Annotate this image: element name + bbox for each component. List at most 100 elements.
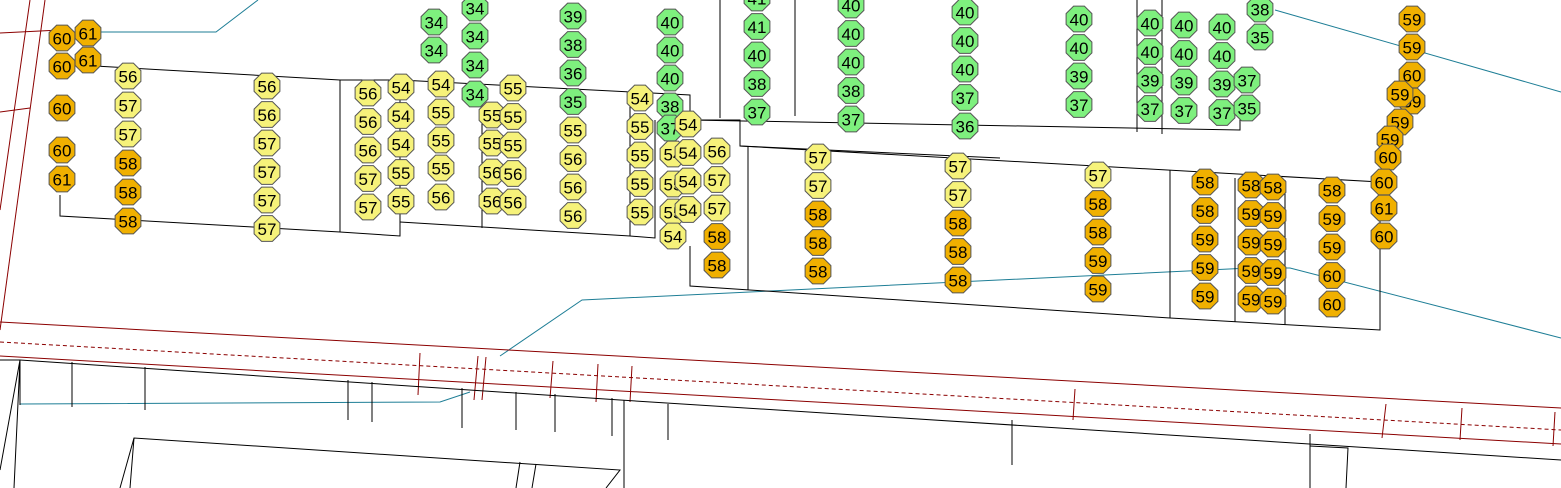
noise-marker[interactable]: 56 bbox=[354, 108, 382, 135]
noise-marker[interactable]: 57 bbox=[253, 129, 281, 157]
noise-marker[interactable]: 61 bbox=[48, 165, 76, 193]
noise-marker[interactable]: 59 bbox=[1398, 33, 1426, 61]
noise-marker[interactable]: 38 bbox=[559, 31, 587, 58]
noise-marker[interactable]: 54 bbox=[626, 84, 654, 112]
noise-marker[interactable]: 58 bbox=[944, 266, 972, 294]
noise-marker[interactable]: 57 bbox=[114, 91, 142, 119]
noise-marker[interactable]: 40 bbox=[1065, 5, 1093, 33]
map-canvas[interactable]: 60 61 60 61 60 60 61 56 57 57 58 58 58 56 56 57 57 57 57 56… bbox=[0, 0, 1561, 488]
noise-marker[interactable]: 59 bbox=[1084, 275, 1112, 303]
noise-marker[interactable]: 35 bbox=[1233, 94, 1261, 122]
noise-marker[interactable]: 57 bbox=[804, 172, 832, 199]
noise-marker[interactable]: 40 bbox=[1170, 11, 1198, 39]
noise-marker[interactable]: 60 bbox=[1374, 143, 1402, 171]
noise-marker[interactable]: 34 bbox=[461, 0, 489, 22]
noise-marker[interactable]: 37 bbox=[1233, 66, 1261, 94]
noise-marker[interactable]: 56 bbox=[559, 202, 587, 229]
noise-marker[interactable]: 40 bbox=[951, 55, 979, 83]
noise-marker[interactable]: 54 bbox=[674, 196, 702, 223]
noise-marker[interactable]: 35 bbox=[1246, 23, 1274, 51]
noise-marker[interactable]: 58 bbox=[114, 207, 142, 235]
noise-marker[interactable]: 58 bbox=[1084, 218, 1112, 246]
noise-marker[interactable]: 60 bbox=[1318, 290, 1346, 318]
noise-marker[interactable]: 56 bbox=[427, 183, 455, 211]
noise-marker[interactable]: 56 bbox=[559, 173, 587, 201]
noise-marker[interactable]: 34 bbox=[461, 80, 489, 108]
noise-marker[interactable]: 37 bbox=[1065, 91, 1093, 118]
noise-marker[interactable]: 40 bbox=[1136, 9, 1164, 37]
noise-marker[interactable]: 59 bbox=[1259, 287, 1287, 315]
noise-marker[interactable]: 54 bbox=[387, 102, 415, 129]
noise-marker[interactable]: 61 bbox=[1370, 194, 1398, 222]
noise-marker[interactable]: 56 bbox=[559, 145, 587, 172]
noise-marker[interactable]: 60 bbox=[48, 24, 76, 52]
noise-marker[interactable]: 55 bbox=[499, 103, 527, 130]
noise-marker[interactable]: 60 bbox=[1370, 168, 1398, 196]
noise-marker[interactable]: 59 bbox=[1191, 254, 1219, 281]
noise-marker[interactable]: 37 bbox=[1136, 95, 1164, 122]
noise-marker[interactable]: 59 bbox=[1318, 205, 1346, 232]
noise-marker[interactable]: 58 bbox=[944, 238, 972, 265]
noise-marker[interactable]: 54 bbox=[674, 110, 702, 138]
noise-marker[interactable]: 39 bbox=[1208, 70, 1236, 98]
noise-marker[interactable]: 55 bbox=[559, 116, 587, 144]
noise-marker[interactable]: 40 bbox=[656, 8, 684, 36]
noise-marker[interactable]: 57 bbox=[703, 194, 731, 222]
noise-marker[interactable]: 58 bbox=[1259, 173, 1287, 201]
noise-marker[interactable]: 58 bbox=[1191, 168, 1219, 196]
noise-marker[interactable]: 54 bbox=[427, 70, 455, 98]
noise-marker[interactable]: 55 bbox=[427, 98, 455, 126]
noise-marker[interactable]: 34 bbox=[420, 8, 448, 36]
noise-marker[interactable]: 55 bbox=[626, 198, 654, 226]
noise-marker[interactable]: 54 bbox=[674, 139, 702, 166]
noise-marker[interactable]: 58 bbox=[804, 257, 832, 285]
noise-marker[interactable]: 55 bbox=[387, 159, 415, 186]
noise-marker[interactable]: 59 bbox=[1259, 259, 1287, 286]
noise-marker[interactable]: 58 bbox=[1318, 176, 1346, 204]
noise-marker[interactable]: 39 bbox=[1170, 68, 1198, 96]
noise-marker[interactable]: 54 bbox=[674, 167, 702, 195]
noise-marker[interactable]: 57 bbox=[703, 166, 731, 193]
noise-marker[interactable]: 57 bbox=[253, 158, 281, 185]
noise-marker[interactable]: 37 bbox=[951, 84, 979, 111]
noise-marker[interactable]: 39 bbox=[1065, 62, 1093, 90]
noise-marker[interactable]: 58 bbox=[114, 178, 142, 206]
noise-marker[interactable]: 36 bbox=[951, 112, 979, 140]
noise-marker[interactable]: 57 bbox=[253, 215, 281, 242]
noise-marker[interactable]: 59 bbox=[1259, 202, 1287, 229]
noise-marker[interactable]: 59 bbox=[1386, 80, 1414, 108]
noise-marker[interactable]: 40 bbox=[951, 27, 979, 54]
noise-marker[interactable]: 59 bbox=[1191, 282, 1219, 310]
noise-marker[interactable]: 57 bbox=[253, 186, 281, 214]
noise-marker[interactable]: 55 bbox=[626, 141, 654, 169]
noise-marker[interactable]: 61 bbox=[74, 46, 102, 74]
noise-marker[interactable]: 40 bbox=[837, 20, 865, 47]
noise-marker[interactable]: 39 bbox=[559, 2, 587, 30]
noise-marker[interactable]: 57 bbox=[354, 193, 382, 221]
noise-marker[interactable]: 56 bbox=[703, 137, 731, 165]
noise-marker[interactable]: 40 bbox=[656, 36, 684, 64]
noise-marker[interactable]: 34 bbox=[461, 51, 489, 79]
noise-marker[interactable]: 60 bbox=[1318, 262, 1346, 289]
noise-marker[interactable]: 54 bbox=[387, 130, 415, 158]
noise-marker[interactable]: 37 bbox=[837, 105, 865, 133]
noise-marker[interactable]: 57 bbox=[354, 165, 382, 192]
noise-marker[interactable]: 59 bbox=[1084, 247, 1112, 274]
noise-marker[interactable]: 57 bbox=[1084, 161, 1112, 189]
noise-marker[interactable]: 58 bbox=[1191, 197, 1219, 224]
noise-marker[interactable]: 37 bbox=[743, 98, 771, 126]
noise-marker[interactable]: 58 bbox=[703, 223, 731, 250]
noise-marker[interactable]: 59 bbox=[1398, 5, 1426, 33]
noise-marker[interactable]: 34 bbox=[420, 36, 448, 64]
noise-marker[interactable]: 41 bbox=[743, 0, 771, 12]
noise-marker[interactable]: 55 bbox=[626, 113, 654, 140]
noise-marker[interactable]: 38 bbox=[1246, 0, 1274, 23]
noise-marker[interactable]: 59 bbox=[1259, 230, 1287, 258]
noise-marker[interactable]: 57 bbox=[114, 120, 142, 148]
noise-marker[interactable]: 58 bbox=[1084, 190, 1112, 217]
noise-marker[interactable]: 37 bbox=[1170, 97, 1198, 124]
noise-marker[interactable]: 38 bbox=[743, 70, 771, 97]
noise-marker[interactable]: 40 bbox=[743, 41, 771, 69]
noise-marker[interactable]: 37 bbox=[1208, 99, 1236, 126]
noise-marker[interactable]: 55 bbox=[387, 187, 415, 215]
